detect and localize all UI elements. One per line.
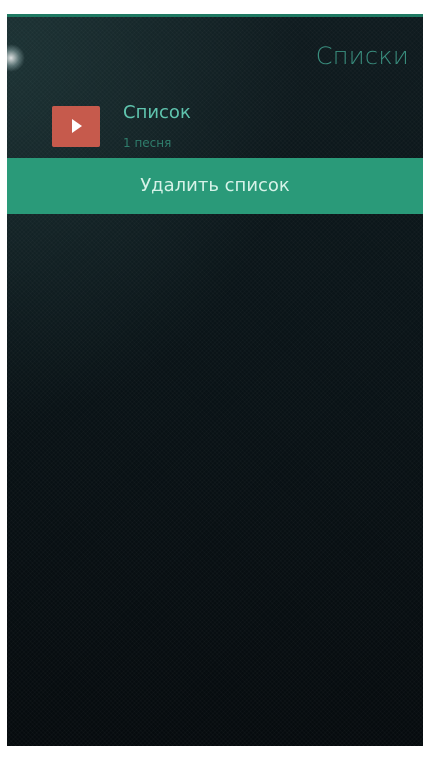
playlist-song-count: 1 песня — [123, 136, 172, 150]
play-icon — [72, 119, 82, 133]
status-accent-line — [7, 14, 423, 17]
playlist-title: Список — [123, 102, 191, 123]
playlist-thumbnail[interactable] — [52, 106, 100, 147]
page-title: Списки — [315, 42, 409, 70]
playlists-page: Списки Список 1 песня Удалить список — [7, 14, 423, 746]
playlist-list-item[interactable]: Список 1 песня — [7, 98, 423, 158]
delete-playlist-menu-item[interactable]: Удалить список — [7, 158, 423, 214]
pulley-menu-indicator[interactable] — [7, 44, 25, 72]
context-menu: Удалить список — [7, 158, 423, 214]
